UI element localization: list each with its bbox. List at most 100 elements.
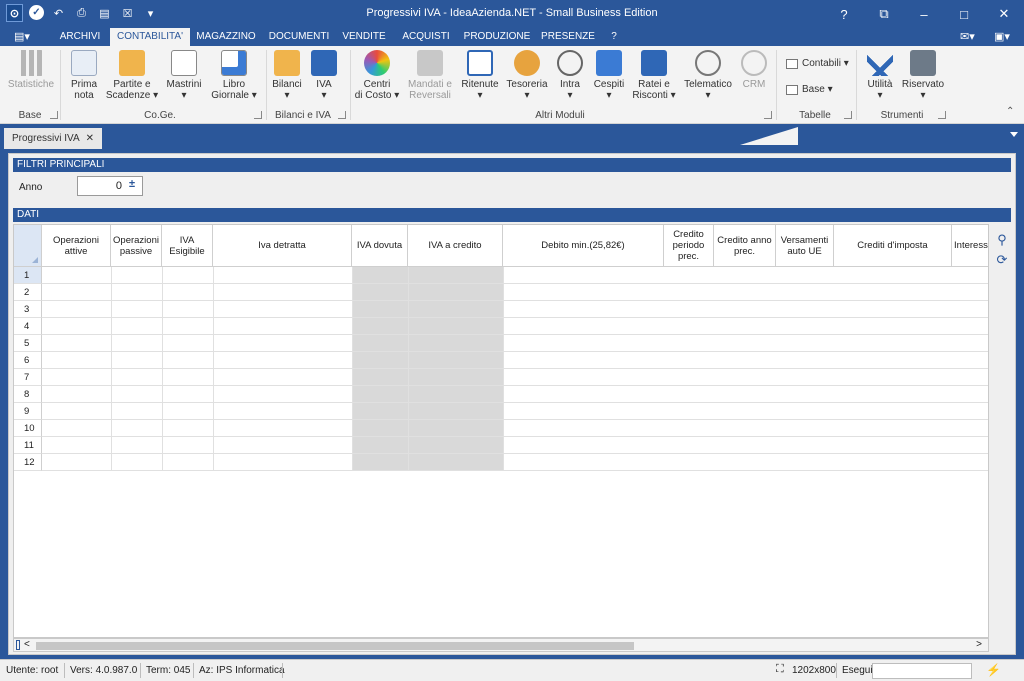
- col-operazioni-passive[interactable]: Operazioni passive: [111, 225, 162, 267]
- table-row[interactable]: [42, 369, 988, 386]
- folder-icon: [119, 50, 145, 76]
- base-tables-button[interactable]: Base ▾: [786, 84, 833, 95]
- pin-icon[interactable]: [16, 640, 20, 650]
- table-row[interactable]: [42, 335, 988, 352]
- search-icon[interactable]: ⚲: [991, 232, 1013, 248]
- scroll-left-button[interactable]: <: [24, 639, 30, 651]
- col-crediti-imposta[interactable]: Crediti d'imposta: [834, 225, 952, 267]
- tab-vendite[interactable]: VENDITE: [338, 28, 390, 46]
- group-launcher-icon[interactable]: [844, 111, 852, 119]
- refresh-icon[interactable]: ⟳: [991, 252, 1013, 268]
- tab-acquisti[interactable]: ACQUISTI: [396, 28, 456, 46]
- tesoreria-button[interactable]: Tesoreria ▾: [504, 50, 550, 101]
- table-row[interactable]: [42, 454, 988, 471]
- riservato-button[interactable]: Riservato ▾: [900, 50, 946, 101]
- row-header[interactable]: 10: [14, 420, 42, 437]
- col-iva-detratta[interactable]: Iva detratta: [213, 225, 352, 267]
- col-debito-min[interactable]: Debito min.(25,82€): [503, 225, 664, 267]
- collapse-ribbon-icon[interactable]: ⌃: [1006, 106, 1014, 117]
- partite-scadenze-button[interactable]: Partite e Scadenze ▾: [104, 50, 160, 101]
- telematico-button[interactable]: Telematico ▾: [682, 50, 734, 101]
- col-iva-dovuta[interactable]: IVA dovuta: [352, 225, 408, 267]
- table-row[interactable]: [42, 352, 988, 369]
- row-header[interactable]: 6: [14, 352, 42, 369]
- row-header[interactable]: 5: [14, 335, 42, 352]
- group-launcher-icon[interactable]: [50, 111, 58, 119]
- maximize-button[interactable]: □: [944, 0, 984, 28]
- col-credito-periodo-prec[interactable]: Credito periodo prec.: [664, 225, 714, 267]
- centri-costo-button[interactable]: Centri di Costo ▾: [354, 50, 400, 101]
- col-operazioni-attive[interactable]: Operazioni attive: [42, 225, 111, 267]
- tab-produzione[interactable]: PRODUZIONE: [460, 28, 534, 46]
- scroll-thumb[interactable]: [36, 642, 634, 650]
- table-row[interactable]: [42, 318, 988, 335]
- group-launcher-icon[interactable]: [938, 111, 946, 119]
- table-row[interactable]: [42, 437, 988, 454]
- minimize-button[interactable]: –: [904, 0, 944, 28]
- group-launcher-icon[interactable]: [254, 111, 262, 119]
- intra-button[interactable]: Intra ▾: [554, 50, 586, 101]
- row-header[interactable]: 2: [14, 284, 42, 301]
- col-interessi[interactable]: Interessi: [952, 225, 988, 267]
- tab-presenze[interactable]: PRESENZE: [538, 28, 598, 46]
- row-header[interactable]: 3: [14, 301, 42, 318]
- windows-icon[interactable]: ▣▾: [994, 30, 1010, 43]
- doc-tab-progressivi-iva[interactable]: Progressivi IVA ✕: [4, 128, 102, 149]
- currency-icon: [514, 50, 540, 76]
- table-row[interactable]: [42, 403, 988, 420]
- tab-magazzino[interactable]: MAGAZZINO: [192, 28, 260, 46]
- contabili-button[interactable]: Contabili ▾: [786, 58, 849, 69]
- resize-icon[interactable]: ⛶: [776, 663, 784, 676]
- data-grid[interactable]: Operazioni attive Operazioni passive IVA…: [13, 224, 989, 638]
- table-row[interactable]: [42, 301, 988, 318]
- ratei-risconti-button[interactable]: Ratei e Risconti ▾: [630, 50, 678, 101]
- restore-layout-button[interactable]: ⧉: [864, 0, 904, 28]
- anno-spin-icon[interactable]: ±: [129, 178, 135, 190]
- mail-icon[interactable]: ✉▾: [960, 30, 975, 43]
- group-launcher-icon[interactable]: [764, 111, 772, 119]
- crm-button[interactable]: CRM: [738, 50, 770, 90]
- prima-nota-button[interactable]: Prima nota: [64, 50, 104, 101]
- row-header[interactable]: 11: [14, 437, 42, 454]
- col-credito-anno-prec[interactable]: Credito anno prec.: [714, 225, 776, 267]
- row-header[interactable]: 8: [14, 386, 42, 403]
- table-row[interactable]: [42, 284, 988, 301]
- mastrini-button[interactable]: Mastrini ▾: [162, 50, 206, 101]
- table-row[interactable]: [42, 420, 988, 437]
- scroll-right-button[interactable]: >: [976, 639, 982, 651]
- iva-button[interactable]: IVA ▾: [308, 50, 340, 101]
- close-button[interactable]: ✕: [984, 0, 1024, 28]
- col-versamenti-auto-ue[interactable]: Versamenti auto UE: [776, 225, 834, 267]
- row-header[interactable]: 9: [14, 403, 42, 420]
- help-button[interactable]: ?: [824, 0, 864, 28]
- esegui-input[interactable]: [872, 663, 972, 679]
- mandati-reversali-button[interactable]: Mandati e Reversali: [404, 50, 456, 101]
- lightning-icon[interactable]: ⚡: [986, 663, 1001, 677]
- ritenute-button[interactable]: Ritenute ▾: [458, 50, 502, 101]
- cespiti-button[interactable]: Cespiti ▾: [590, 50, 628, 101]
- tab-list-icon[interactable]: [1010, 132, 1018, 137]
- file-menu-icon[interactable]: ▤▾: [14, 30, 30, 43]
- status-separator: [193, 663, 194, 678]
- tab-archivi[interactable]: ARCHIVI: [52, 28, 108, 46]
- folder-open-icon: [274, 50, 300, 76]
- grid-corner[interactable]: [14, 225, 42, 267]
- statistiche-button[interactable]: Statistiche: [6, 50, 56, 90]
- tab-contabilita[interactable]: CONTABILITA': [110, 28, 190, 46]
- tab-documenti[interactable]: DOCUMENTI: [264, 28, 334, 46]
- row-header[interactable]: 7: [14, 369, 42, 386]
- horizontal-scrollbar[interactable]: < >: [13, 638, 989, 652]
- table-row[interactable]: [42, 386, 988, 403]
- table-row[interactable]: [42, 267, 988, 284]
- col-iva-a-credito[interactable]: IVA a credito: [408, 225, 503, 267]
- col-iva-esigibile[interactable]: IVA Esigibile: [162, 225, 213, 267]
- bilanci-button[interactable]: Bilanci ▾: [268, 50, 306, 101]
- row-header[interactable]: 12: [14, 454, 42, 471]
- libro-giornale-button[interactable]: Libro Giornale ▾: [206, 50, 262, 101]
- utilita-button[interactable]: Utilità ▾: [862, 50, 898, 101]
- tab-help[interactable]: ?: [602, 28, 626, 46]
- row-header[interactable]: 1: [14, 267, 42, 284]
- row-header[interactable]: 4: [14, 318, 42, 335]
- group-launcher-icon[interactable]: [338, 111, 346, 119]
- close-tab-icon[interactable]: ✕: [86, 128, 94, 149]
